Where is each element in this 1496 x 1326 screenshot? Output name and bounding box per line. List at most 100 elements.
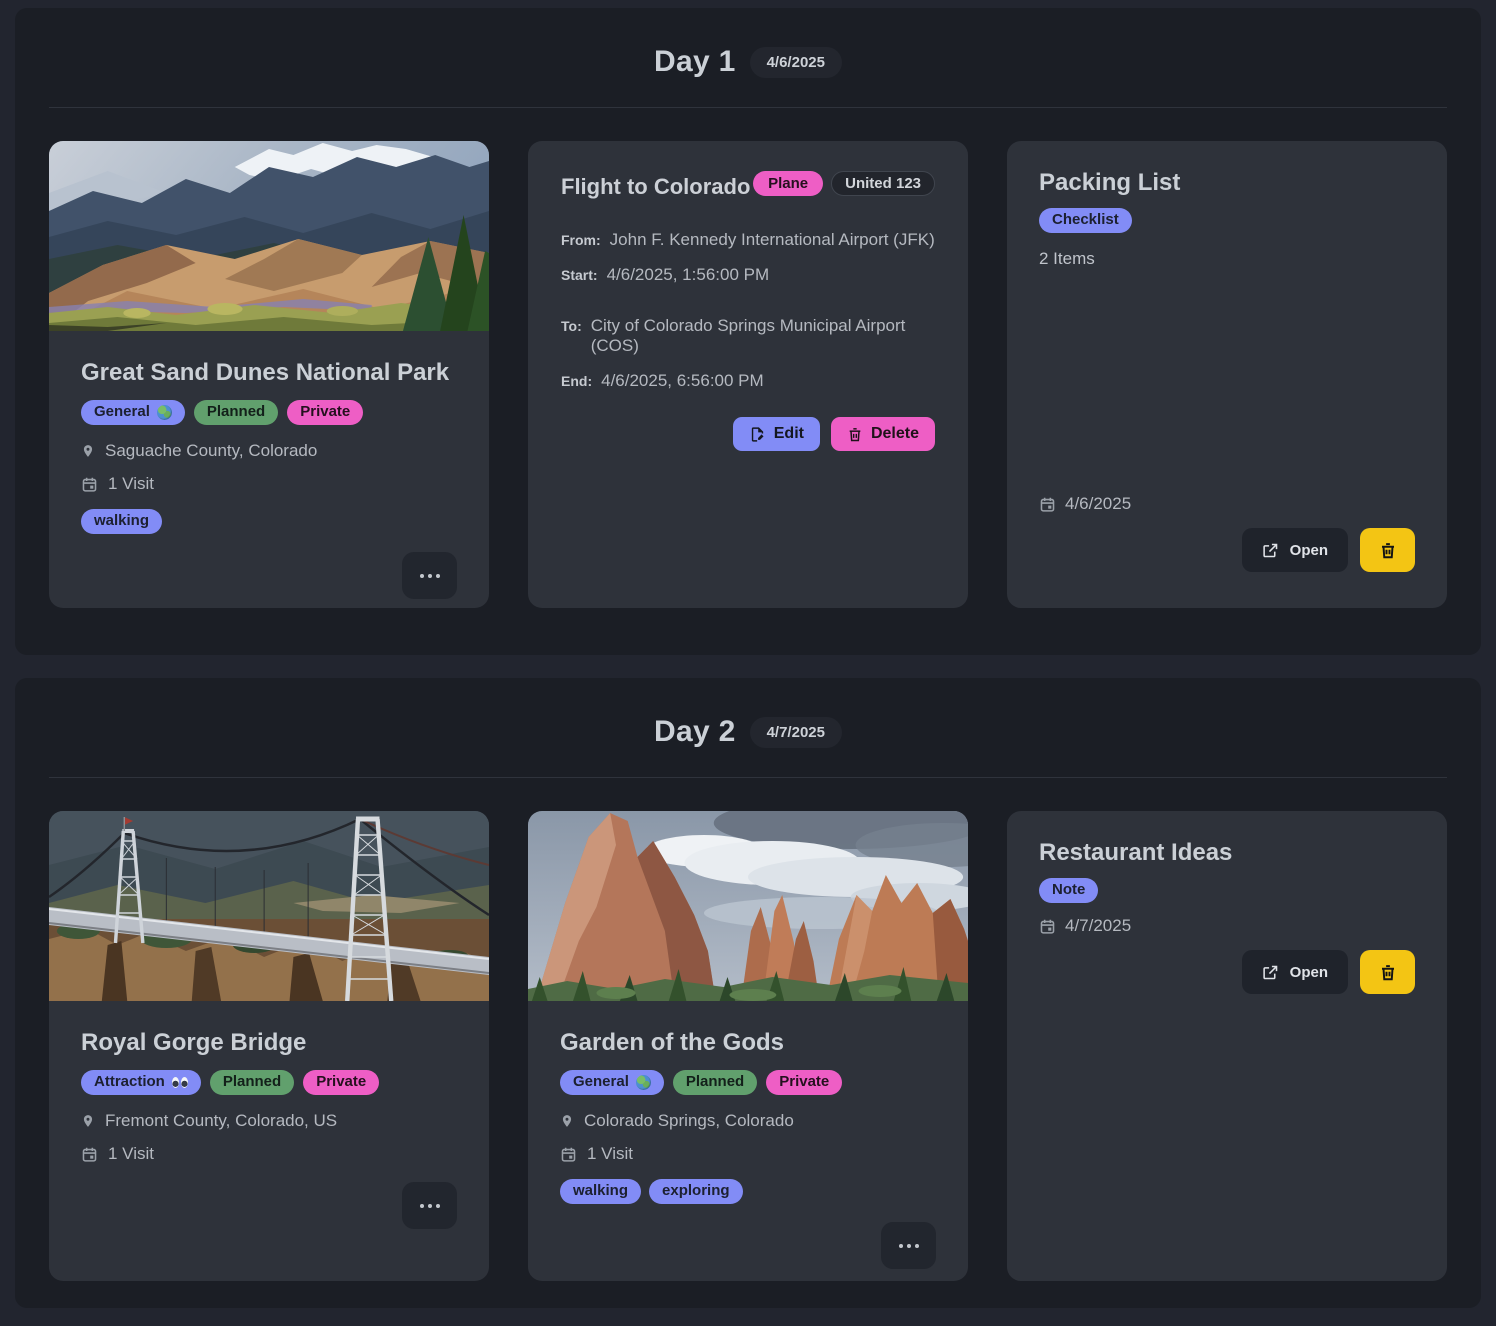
more-options-icon <box>899 1244 919 1248</box>
open-button[interactable]: Open <box>1242 950 1348 994</box>
day-2-section: Day 2 4/7/2025 <box>15 678 1481 1308</box>
flight-end-row: End: 4/6/2025, 6:56:00 PM <box>561 371 764 391</box>
edit-button[interactable]: Edit <box>733 417 820 451</box>
tag-status: Planned <box>194 400 278 425</box>
header-divider <box>49 107 1447 108</box>
trash-icon <box>1379 963 1397 982</box>
place-title: Royal Gorge Bridge <box>81 1029 306 1057</box>
more-options-button[interactable] <box>881 1222 936 1269</box>
tag-list: General Planned Private <box>81 400 363 425</box>
card-image-royal-gorge-photo <box>49 811 489 1001</box>
flight-from-row: From: John F. Kennedy International Airp… <box>561 230 935 250</box>
flight-card: Flight to Colorado Plane United 123 From… <box>528 141 968 608</box>
place-card-royal-gorge: Royal Gorge Bridge Attraction Planned Pr… <box>49 811 489 1281</box>
tag-category: Attraction <box>81 1070 201 1095</box>
checklist-type-badge: Checklist <box>1039 208 1132 233</box>
open-button[interactable]: Open <box>1242 528 1348 572</box>
visits-row: 1 Visit <box>81 1144 154 1164</box>
activity-tag: exploring <box>649 1179 743 1204</box>
calendar-icon <box>560 1146 577 1163</box>
note-type-badge: Note <box>1039 878 1098 903</box>
flight-number-badge: United 123 <box>831 171 935 196</box>
tag-privacy: Private <box>287 400 363 425</box>
more-options-icon <box>420 1204 440 1208</box>
tag-status: Planned <box>210 1070 294 1095</box>
tag-category: General <box>81 400 185 425</box>
flight-start-row: Start: 4/6/2025, 1:56:00 PM <box>561 265 769 285</box>
to-label: To: <box>561 318 582 334</box>
checklist-title: Packing List <box>1039 169 1180 197</box>
end-label: End: <box>561 373 592 389</box>
day-1-header: Day 1 4/6/2025 <box>49 41 1447 83</box>
note-title: Restaurant Ideas <box>1039 839 1232 867</box>
trash-icon <box>1379 541 1397 560</box>
location-text: Saguache County, Colorado <box>105 441 317 461</box>
from-value: John F. Kennedy International Airport (J… <box>610 230 935 250</box>
location-pin-icon <box>560 1112 574 1130</box>
day-1-cards: Great Sand Dunes National Park General P… <box>49 141 1447 608</box>
calendar-icon <box>81 1146 98 1163</box>
edit-document-icon <box>749 426 766 443</box>
external-link-icon <box>1262 542 1279 559</box>
checklist-date-row: 4/6/2025 <box>1039 494 1131 514</box>
day-1-section: Day 1 4/6/2025 <box>15 8 1481 655</box>
flight-type-badge: Plane <box>753 171 823 196</box>
calendar-icon <box>1039 496 1056 513</box>
tag-privacy: Private <box>303 1070 379 1095</box>
location-row: Saguache County, Colorado <box>81 441 317 461</box>
start-label: Start: <box>561 267 598 283</box>
delete-checklist-button[interactable] <box>1360 528 1415 572</box>
globe-icon <box>157 405 172 420</box>
globe-icon <box>636 1075 651 1090</box>
tag-status: Planned <box>673 1070 757 1095</box>
location-row: Fremont County, Colorado, US <box>81 1111 337 1131</box>
to-value: City of Colorado Springs Municipal Airpo… <box>591 316 935 356</box>
more-options-icon <box>420 574 440 578</box>
day-date-badge: 4/7/2025 <box>750 717 842 748</box>
more-options-button[interactable] <box>402 552 457 599</box>
location-text: Colorado Springs, Colorado <box>584 1111 794 1131</box>
activity-tag: walking <box>560 1179 641 1204</box>
more-options-button[interactable] <box>402 1182 457 1229</box>
day-2-header: Day 2 4/7/2025 <box>49 711 1447 753</box>
calendar-icon <box>81 476 98 493</box>
flight-to-row: To: City of Colorado Springs Municipal A… <box>561 316 935 356</box>
trash-icon <box>847 426 863 443</box>
calendar-icon <box>1039 918 1056 935</box>
visits-row: 1 Visit <box>560 1144 633 1164</box>
place-title: Garden of the Gods <box>560 1029 784 1057</box>
eyes-icon <box>172 1077 188 1088</box>
tag-privacy: Private <box>766 1070 842 1095</box>
delete-button[interactable]: Delete <box>831 417 935 451</box>
tag-list: Attraction Planned Private <box>81 1070 379 1095</box>
place-card-great-sand-dunes: Great Sand Dunes National Park General P… <box>49 141 489 608</box>
activity-tag: walking <box>81 509 162 534</box>
activity-tags: walking exploring <box>560 1179 743 1204</box>
day-date-badge: 4/6/2025 <box>750 47 842 78</box>
note-date-row: 4/7/2025 <box>1039 916 1131 936</box>
checklist-card: Packing List Checklist 2 Items 4/6/2025 <box>1007 141 1447 608</box>
external-link-icon <box>1262 964 1279 981</box>
visits-row: 1 Visit <box>81 474 154 494</box>
visits-text: 1 Visit <box>108 1144 154 1164</box>
visits-text: 1 Visit <box>587 1144 633 1164</box>
from-label: From: <box>561 232 601 248</box>
location-text: Fremont County, Colorado, US <box>105 1111 337 1131</box>
tag-list: General Planned Private <box>560 1070 842 1095</box>
note-date: 4/7/2025 <box>1065 916 1131 936</box>
tag-category: General <box>560 1070 664 1095</box>
card-image-garden-of-the-gods-photo <box>528 811 968 1001</box>
day-title: Day 1 <box>654 45 736 79</box>
location-pin-icon <box>81 1112 95 1130</box>
location-pin-icon <box>81 442 95 460</box>
day-title: Day 2 <box>654 715 736 749</box>
start-value: 4/6/2025, 1:56:00 PM <box>607 265 770 285</box>
activity-tags: walking <box>81 509 162 534</box>
place-card-garden-of-the-gods: Garden of the Gods General Planned Priva… <box>528 811 968 1281</box>
flight-badges: Plane United 123 <box>753 171 935 196</box>
visits-text: 1 Visit <box>108 474 154 494</box>
delete-note-button[interactable] <box>1360 950 1415 994</box>
location-row: Colorado Springs, Colorado <box>560 1111 794 1131</box>
header-divider <box>49 777 1447 778</box>
flight-title: Flight to Colorado <box>561 171 750 200</box>
